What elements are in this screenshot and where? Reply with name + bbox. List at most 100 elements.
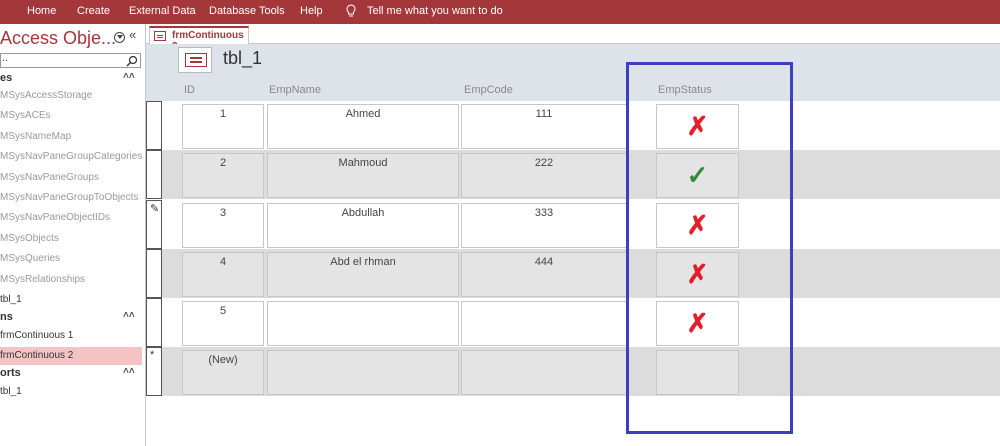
- id-field[interactable]: 2: [182, 153, 264, 198]
- form-record: 5 ✗: [146, 298, 1000, 347]
- search-icon[interactable]: [126, 55, 138, 67]
- record-selector[interactable]: [146, 298, 162, 347]
- form-detail: 1 Ahmed 111 ✗ 2 Mahmoud 222 ✓ ✎ 3 Abdull…: [146, 101, 1000, 399]
- nav-search-value: ..: [2, 52, 9, 64]
- nav-item-label: tbl_1: [0, 294, 22, 305]
- nav-item-frmcontinuous-2[interactable]: frmContinuous 2: [0, 347, 142, 365]
- empname-field[interactable]: Mahmoud: [267, 153, 459, 198]
- empstatus-field[interactable]: ✗: [656, 252, 739, 297]
- record-selector[interactable]: *: [146, 347, 162, 396]
- id-field[interactable]: 3: [182, 203, 264, 248]
- form-record: 4 Abd el rhman 444 ✗: [146, 249, 1000, 298]
- empcode-field[interactable]: 111: [461, 104, 627, 149]
- id-field[interactable]: 1: [182, 104, 264, 149]
- nav-item-msysrelationships[interactable]: MSysRelationships: [0, 271, 142, 289]
- nav-pane-title[interactable]: Access Obje...: [0, 28, 116, 49]
- ribbon-bar: Home Create External Data Database Tools…: [0, 0, 1000, 24]
- record-selector[interactable]: [146, 101, 162, 150]
- empstatus-field[interactable]: ✓: [656, 153, 739, 198]
- id-field[interactable]: 4: [182, 252, 264, 297]
- nav-item-label: MSysRelationships: [0, 274, 86, 285]
- column-header-empstatus: EmpStatus: [658, 84, 712, 96]
- empname-field[interactable]: [267, 350, 459, 395]
- nav-group-forms[interactable]: ns ˄˄: [0, 310, 142, 326]
- nav-group-tables[interactable]: es ˄˄: [0, 71, 142, 87]
- menu-create[interactable]: Create: [77, 5, 110, 17]
- empname-field[interactable]: [267, 301, 459, 346]
- empstatus-field[interactable]: [656, 350, 739, 395]
- cross-icon: ✗: [686, 210, 709, 240]
- tab-frmcontinuous-2[interactable]: frmContinuous 2: [149, 26, 249, 52]
- form-new-record: * (New): [146, 347, 1000, 396]
- tell-me-box[interactable]: Tell me what you want to do: [367, 5, 503, 17]
- nav-item-msysaces[interactable]: MSysACEs: [0, 107, 142, 125]
- empcode-field[interactable]: 444: [461, 252, 627, 297]
- nav-item-label: MSysNavPaneGroupToObjects: [0, 192, 139, 203]
- empcode-field[interactable]: 222: [461, 153, 627, 198]
- nav-item-label: frmContinuous 2: [0, 350, 74, 361]
- continuous-form: tbl_1 ID EmpName EmpCode EmpStatus 1 Ahm…: [146, 44, 1000, 446]
- form-record: 1 Ahmed 111 ✗: [146, 101, 1000, 150]
- nav-item-msysnavpanegroupcategories[interactable]: MSysNavPaneGroupCategories: [0, 148, 142, 166]
- form-title: tbl_1: [223, 48, 263, 68]
- menu-external-data[interactable]: External Data: [129, 5, 196, 17]
- id-field[interactable]: 5: [182, 301, 264, 346]
- record-selector[interactable]: [146, 249, 162, 298]
- nav-item-label: tbl_1: [0, 386, 22, 397]
- form-icon: [178, 47, 212, 73]
- nav-group-label: es: [0, 72, 13, 84]
- nav-group-reports[interactable]: orts ˄˄: [0, 366, 142, 382]
- empname-field[interactable]: Abd el rhman: [267, 252, 459, 297]
- form-record: 2 Mahmoud 222 ✓: [146, 150, 1000, 199]
- navigation-pane: Access Obje... « .. es ˄˄ MSysAccessStor…: [0, 24, 146, 446]
- nav-item-msysobjects[interactable]: MSysObjects: [0, 230, 142, 248]
- nav-item-label: MSysAccessStorage: [0, 90, 93, 101]
- empstatus-field[interactable]: ✗: [656, 203, 739, 248]
- cross-icon: ✗: [686, 259, 709, 289]
- menu-home[interactable]: Home: [27, 5, 56, 17]
- empcode-field[interactable]: 333: [461, 203, 627, 248]
- nav-item-report-tbl-1[interactable]: tbl_1: [0, 383, 142, 401]
- record-selector[interactable]: ✎: [146, 200, 162, 249]
- empstatus-field[interactable]: ✗: [656, 301, 739, 346]
- column-header-id: ID: [184, 84, 195, 96]
- nav-item-label: MSysNavPaneGroups: [0, 172, 99, 183]
- record-selector[interactable]: [146, 150, 162, 199]
- cross-icon: ✗: [686, 111, 709, 141]
- id-field[interactable]: (New): [182, 350, 264, 395]
- menu-database-tools[interactable]: Database Tools: [209, 5, 285, 17]
- lightbulb-icon: [346, 4, 356, 17]
- menu-help[interactable]: Help: [300, 5, 323, 17]
- form-icon: [154, 31, 166, 41]
- nav-search-input[interactable]: ..: [0, 52, 141, 68]
- nav-item-msysnavpanegrouptoobjects[interactable]: MSysNavPaneGroupToObjects: [0, 189, 142, 207]
- nav-item-label: MSysNavPaneObjectIDs: [0, 212, 111, 223]
- nav-item-msysnamemap[interactable]: MSysNameMap: [0, 128, 142, 146]
- checkmark-icon: ✓: [686, 160, 709, 190]
- empcode-field[interactable]: [461, 301, 627, 346]
- nav-group-label: ns: [0, 311, 13, 323]
- collapse-group-icon[interactable]: ˄˄: [123, 71, 135, 82]
- nav-item-label: frmContinuous 1: [0, 330, 74, 341]
- nav-group-label: orts: [0, 367, 21, 379]
- cross-icon: ✗: [686, 308, 709, 338]
- nav-item-frmcontinuous-1[interactable]: frmContinuous 1: [0, 327, 142, 345]
- empstatus-field[interactable]: ✗: [656, 104, 739, 149]
- nav-menu-dropdown-icon[interactable]: [114, 32, 125, 43]
- empname-field[interactable]: Ahmed: [267, 104, 459, 149]
- nav-item-label: MSysQueries: [0, 253, 61, 264]
- column-header-empname: EmpName: [269, 84, 321, 96]
- nav-item-tbl-1[interactable]: tbl_1: [0, 291, 142, 309]
- empcode-field[interactable]: [461, 350, 627, 395]
- nav-item-msysnavpaneobjectids[interactable]: MSysNavPaneObjectIDs: [0, 209, 142, 227]
- nav-item-msysaccessstorage[interactable]: MSysAccessStorage: [0, 87, 142, 105]
- empname-field[interactable]: Abdullah: [267, 203, 459, 248]
- nav-item-msysqueries[interactable]: MSysQueries: [0, 250, 142, 268]
- collapse-group-icon[interactable]: ˄˄: [123, 310, 135, 321]
- form-header: tbl_1 ID EmpName EmpCode EmpStatus: [146, 44, 1000, 101]
- pencil-icon: ✎: [150, 203, 160, 215]
- nav-item-msysnavpanegroups[interactable]: MSysNavPaneGroups: [0, 169, 142, 187]
- collapse-group-icon[interactable]: ˄˄: [123, 366, 135, 377]
- nav-collapse-icon[interactable]: «: [129, 27, 136, 42]
- nav-item-label: MSysObjects: [0, 233, 59, 244]
